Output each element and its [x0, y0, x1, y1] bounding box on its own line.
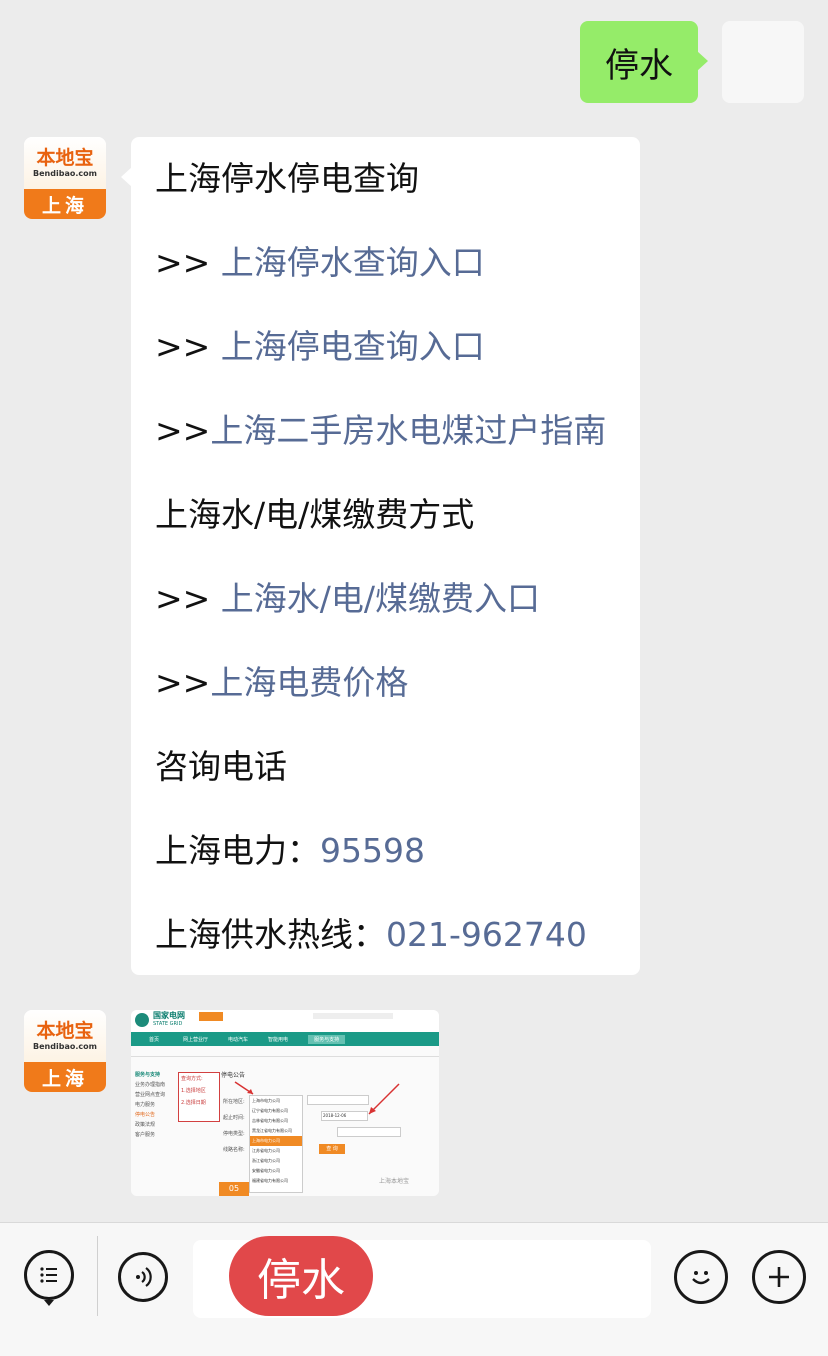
- link-text: 上海电费价格: [210, 663, 409, 702]
- reply-heading-hotline: 咨询电话: [155, 747, 287, 786]
- site-query-button: 查 询: [319, 1144, 345, 1154]
- bot-avatar[interactable]: 本地宝 Bendibao.com 上海: [24, 1010, 106, 1092]
- plus-icon: [769, 1267, 789, 1287]
- dropdown-option: 浙江省电力公司: [252, 1158, 280, 1163]
- reply-link-payment-entry[interactable]: >> 上海水/电/煤缴费入口: [155, 579, 540, 619]
- image-screenshot: 国家电网 STATE GRID 首页 网上营业厅 电动汽车 智能用电 服务与支持…: [131, 1010, 439, 1196]
- reply-heading-outage: 上海停水停电查询: [155, 159, 419, 198]
- emoji-icon: [692, 1271, 710, 1285]
- bot-avatar-logo: 本地宝 Bendibao.com: [24, 1010, 106, 1062]
- dropdown-option: 安徽省电力公司: [252, 1168, 280, 1173]
- annotation-step: 2.选择日期: [181, 1100, 206, 1106]
- menu-caret-icon: [44, 1300, 54, 1306]
- phone-number[interactable]: 021-962740: [386, 915, 587, 954]
- menu-icon: [40, 1267, 57, 1283]
- user-message-bubble[interactable]: 停水: [580, 21, 708, 103]
- site-nav-item: 首页: [149, 1036, 160, 1043]
- reply-link-electricity-price[interactable]: >>上海电费价格: [155, 663, 408, 703]
- site-breadcrumb: [131, 1048, 439, 1057]
- form-label: 停电类型:: [223, 1131, 245, 1137]
- site-nav-item: 电动汽车: [228, 1036, 249, 1043]
- image-watermark: 上海本地宝: [379, 1178, 410, 1185]
- site-header: 国家电网 STATE GRID: [131, 1010, 439, 1032]
- site-sidebar-item: 客户服务: [135, 1132, 156, 1138]
- menu-button[interactable]: [24, 1250, 74, 1300]
- site-search: [313, 1013, 393, 1019]
- dropdown-option: 福建省电力有限公司: [252, 1178, 288, 1183]
- avatar-brand: 本地宝: [36, 147, 94, 169]
- annotation-step: 1.选择地区: [181, 1088, 206, 1094]
- avatar-brand: 本地宝: [36, 1020, 94, 1042]
- site-badge: [199, 1012, 223, 1021]
- bot-avatar-logo: 本地宝 Bendibao.com: [24, 137, 106, 189]
- annotation-title: 查询方式:: [181, 1076, 203, 1082]
- state-grid-logo-icon: [135, 1013, 149, 1027]
- emoji-button[interactable]: [674, 1250, 728, 1304]
- voice-button[interactable]: [118, 1252, 168, 1302]
- reply-water-hotline: 上海供水热线：021-962740: [155, 915, 587, 954]
- site-logo-text: 国家电网: [153, 1011, 185, 1020]
- dropdown-option: 黑龙江省电力有限公司: [252, 1128, 292, 1133]
- annotation-arrows: [234, 1081, 400, 1115]
- reply-link-transfer-guide[interactable]: >>上海二手房水电煤过户指南: [155, 411, 606, 451]
- sticker-suggestion[interactable]: 停水: [229, 1236, 373, 1316]
- avatar-city: 上海: [24, 1062, 106, 1092]
- user-avatar[interactable]: [722, 21, 804, 103]
- site-nav-item: 智能用电: [268, 1036, 289, 1043]
- page-badge: 05: [219, 1182, 249, 1196]
- site-nav: 首页 网上营业厅 电动汽车 智能用电 服务与支持: [131, 1032, 439, 1046]
- dropdown-option: 江苏省电力公司: [252, 1148, 280, 1153]
- sticker-text: 停水: [257, 1255, 345, 1306]
- link-text: 上海停电查询入口: [220, 327, 485, 366]
- voice-icon: [136, 1267, 152, 1287]
- link-text: 上海二手房水电煤过户指南: [210, 411, 607, 450]
- reply-heading-payment: 上海水/电/煤缴费方式: [155, 495, 475, 534]
- bot-avatar[interactable]: 本地宝 Bendibao.com 上海: [24, 137, 106, 219]
- user-message-text: 停水: [605, 45, 673, 86]
- avatar-domain: Bendibao.com: [33, 169, 97, 178]
- site-page-title: 停电公告: [221, 1072, 246, 1079]
- divider: [97, 1236, 98, 1316]
- phone-number[interactable]: 95598: [320, 831, 425, 870]
- dropdown-option: 上海市电力公司: [250, 1136, 302, 1146]
- bot-reply-bubble: 上海停水停电查询 >> 上海停水查询入口 >> 上海停电查询入口 >>上海二手房…: [121, 137, 640, 975]
- site-logo-en: STATE GRID: [153, 1021, 183, 1027]
- link-text: 上海水/电/煤缴费入口: [220, 579, 541, 618]
- avatar-city: 上海: [24, 189, 106, 219]
- reply-power-hotline: 上海电力：95598: [155, 831, 425, 870]
- site-nav-item: 网上营业厅: [183, 1036, 209, 1043]
- annotation-box: 查询方式: 1.选择地区 2.选择日期: [178, 1072, 220, 1122]
- image-message[interactable]: 国家电网 STATE GRID 首页 网上营业厅 电动汽车 智能用电 服务与支持…: [131, 1010, 439, 1196]
- reply-link-power-outage[interactable]: >> 上海停电查询入口: [155, 327, 485, 367]
- avatar-domain: Bendibao.com: [33, 1042, 97, 1051]
- plus-button[interactable]: [752, 1250, 806, 1304]
- site-field: [337, 1127, 401, 1137]
- reply-link-water-outage[interactable]: >> 上海停水查询入口: [155, 243, 485, 283]
- site-nav-item: 服务与支持: [308, 1034, 346, 1044]
- form-label: 线路名称:: [223, 1147, 245, 1153]
- link-text: 上海停水查询入口: [220, 243, 485, 282]
